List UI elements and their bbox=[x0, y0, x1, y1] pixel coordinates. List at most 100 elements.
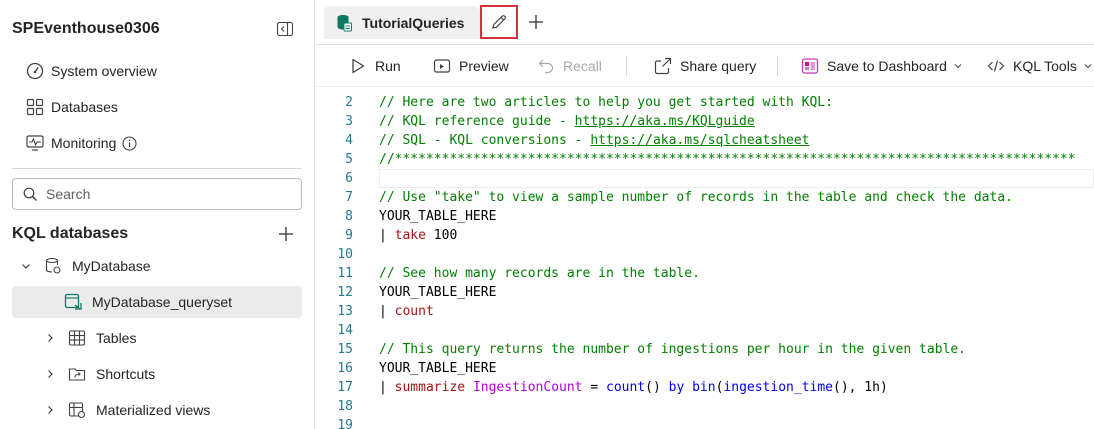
database-label: MyDatabase bbox=[72, 258, 151, 274]
add-database-icon[interactable] bbox=[278, 226, 294, 242]
play-icon bbox=[352, 58, 365, 74]
line-number: 4 bbox=[345, 133, 353, 148]
code-text: YOUR_TABLE_HERE bbox=[379, 207, 496, 226]
code-token: // KQL reference guide - bbox=[379, 114, 575, 129]
code-icon bbox=[987, 60, 1005, 72]
recall-button[interactable]: Recall bbox=[537, 54, 602, 78]
code-line[interactable]: 18 bbox=[315, 397, 1094, 416]
code-token: IngestionCount bbox=[472, 380, 583, 395]
code-link[interactable]: https://aka.ms/sqlcheatsheet bbox=[590, 133, 809, 148]
chevron-right-icon[interactable] bbox=[44, 404, 56, 416]
code-line[interactable]: 17 | summarize IngestionCount = count() b… bbox=[315, 378, 1094, 397]
main-pane: TutorialQueries Run Preview Recall Share… bbox=[315, 0, 1094, 429]
database-icon bbox=[45, 257, 61, 274]
tree-item-materialized-views[interactable]: Materialized views bbox=[44, 395, 210, 425]
query-editor[interactable]: 2 // Here are two articles to help you ge… bbox=[315, 88, 1094, 429]
line-number: 17 bbox=[337, 380, 353, 395]
code-line[interactable]: 5 //*************************************… bbox=[315, 150, 1094, 169]
code-token: YOUR_TABLE_HERE bbox=[379, 361, 497, 376]
save-to-dashboard-button[interactable]: Save to Dashboard bbox=[801, 54, 963, 78]
line-number: 7 bbox=[345, 190, 353, 205]
queryset-icon bbox=[337, 14, 352, 31]
code-token: | bbox=[379, 228, 395, 243]
code-text: // KQL reference guide - https://aka.ms/… bbox=[379, 112, 755, 131]
share-icon bbox=[654, 57, 672, 75]
tree-item-tables[interactable]: Tables bbox=[44, 323, 136, 353]
dashboard-icon bbox=[801, 58, 819, 74]
line-number: 14 bbox=[337, 323, 353, 338]
search-box[interactable] bbox=[12, 178, 302, 210]
code-line[interactable]: 19 bbox=[315, 416, 1094, 429]
tree-item-database[interactable]: MyDatabase bbox=[20, 251, 151, 281]
tree-label: Tables bbox=[96, 330, 137, 346]
nav-databases[interactable]: Databases bbox=[26, 95, 118, 119]
code-line[interactable]: 12 YOUR_TABLE_HERE bbox=[315, 283, 1094, 302]
add-tab-icon[interactable] bbox=[528, 14, 544, 30]
preview-button[interactable]: Preview bbox=[433, 54, 509, 78]
code-line[interactable]: 15 // This query returns the number of in… bbox=[315, 340, 1094, 359]
recall-icon bbox=[538, 59, 554, 74]
code-text: // Here are two articles to help you get… bbox=[379, 93, 833, 112]
code-token: // This query returns the number of inge… bbox=[379, 342, 966, 357]
recall-label: Recall bbox=[563, 58, 602, 74]
pencil-icon bbox=[492, 15, 506, 29]
line-number: 19 bbox=[337, 418, 353, 429]
code-token: | bbox=[379, 380, 395, 395]
queryset-label: MyDatabase_queryset bbox=[92, 294, 233, 310]
tree-item-queryset[interactable]: MyDatabase_queryset bbox=[64, 287, 232, 317]
code-text: | count bbox=[379, 302, 434, 321]
search-icon bbox=[23, 187, 37, 201]
chevron-right-icon[interactable] bbox=[44, 332, 56, 344]
code-line[interactable]: 16 YOUR_TABLE_HERE bbox=[315, 359, 1094, 378]
toolbar-separator bbox=[626, 56, 627, 76]
code-text: | summarize IngestionCount = count() by … bbox=[379, 378, 888, 397]
code-line[interactable]: 9 | take 100 bbox=[315, 226, 1094, 245]
code-line[interactable]: 8 YOUR_TABLE_HERE bbox=[315, 207, 1094, 226]
sidebar-divider bbox=[12, 168, 302, 169]
tree-item-shortcuts[interactable]: Shortcuts bbox=[44, 359, 155, 389]
code-line[interactable]: 14 bbox=[315, 321, 1094, 340]
chevron-down-icon[interactable] bbox=[20, 260, 32, 272]
nav-monitoring[interactable]: Monitoring bbox=[26, 131, 137, 155]
search-input[interactable] bbox=[46, 186, 286, 202]
queryset-icon bbox=[64, 293, 82, 310]
code-token: //**************************************… bbox=[379, 152, 1076, 167]
code-line[interactable]: 2 // Here are two articles to help you ge… bbox=[315, 93, 1094, 112]
preview-icon bbox=[433, 59, 451, 73]
kql-tools-button[interactable]: KQL Tools bbox=[987, 54, 1093, 78]
rename-tab-button[interactable] bbox=[480, 5, 518, 39]
current-line-highlight bbox=[379, 169, 1094, 188]
code-token: YOUR_TABLE_HERE bbox=[379, 285, 497, 300]
line-number: 12 bbox=[337, 285, 353, 300]
nav-system-overview[interactable]: System overview bbox=[26, 59, 157, 83]
line-number: 13 bbox=[337, 304, 353, 319]
line-number: 9 bbox=[345, 228, 353, 243]
code-line[interactable]: 7 // Use "take" to view a sample number o… bbox=[315, 188, 1094, 207]
chevron-right-icon[interactable] bbox=[44, 368, 56, 380]
share-query-button[interactable]: Share query bbox=[654, 54, 756, 78]
code-line[interactable]: 4 // SQL - KQL conversions - https://aka.… bbox=[315, 131, 1094, 150]
code-line[interactable]: 3 // KQL reference guide - https://aka.ms… bbox=[315, 112, 1094, 131]
tab-label: TutorialQueries bbox=[362, 14, 465, 31]
run-button[interactable]: Run bbox=[349, 54, 401, 78]
nav-label: Monitoring bbox=[51, 135, 117, 151]
code-token: take bbox=[394, 228, 426, 243]
info-icon[interactable] bbox=[122, 135, 137, 151]
code-line[interactable]: 6 bbox=[315, 169, 1094, 188]
code-link[interactable]: https://aka.ms/KQLguide bbox=[575, 114, 755, 129]
tab-tutorial-queries[interactable]: TutorialQueries bbox=[324, 6, 480, 39]
query-toolbar: Run Preview Recall Share query Save to D… bbox=[315, 48, 1094, 84]
code-token: YOUR_TABLE_HERE bbox=[379, 209, 497, 224]
code-line[interactable]: 10 bbox=[315, 245, 1094, 264]
code-token: // See how many records are in the table… bbox=[379, 266, 700, 281]
code-line[interactable]: 13 | count bbox=[315, 302, 1094, 321]
code-token: // Here are two articles to help you get… bbox=[379, 95, 833, 110]
nav-label: Databases bbox=[51, 99, 118, 115]
table-icon bbox=[68, 330, 86, 346]
code-token: bin bbox=[692, 380, 716, 395]
collapse-pane-icon[interactable] bbox=[277, 22, 293, 36]
code-token: = bbox=[582, 380, 606, 395]
code-token: summarize bbox=[394, 380, 466, 395]
code-line[interactable]: 11 // See how many records are in the tab… bbox=[315, 264, 1094, 283]
code-text: // This query returns the number of inge… bbox=[379, 340, 966, 359]
